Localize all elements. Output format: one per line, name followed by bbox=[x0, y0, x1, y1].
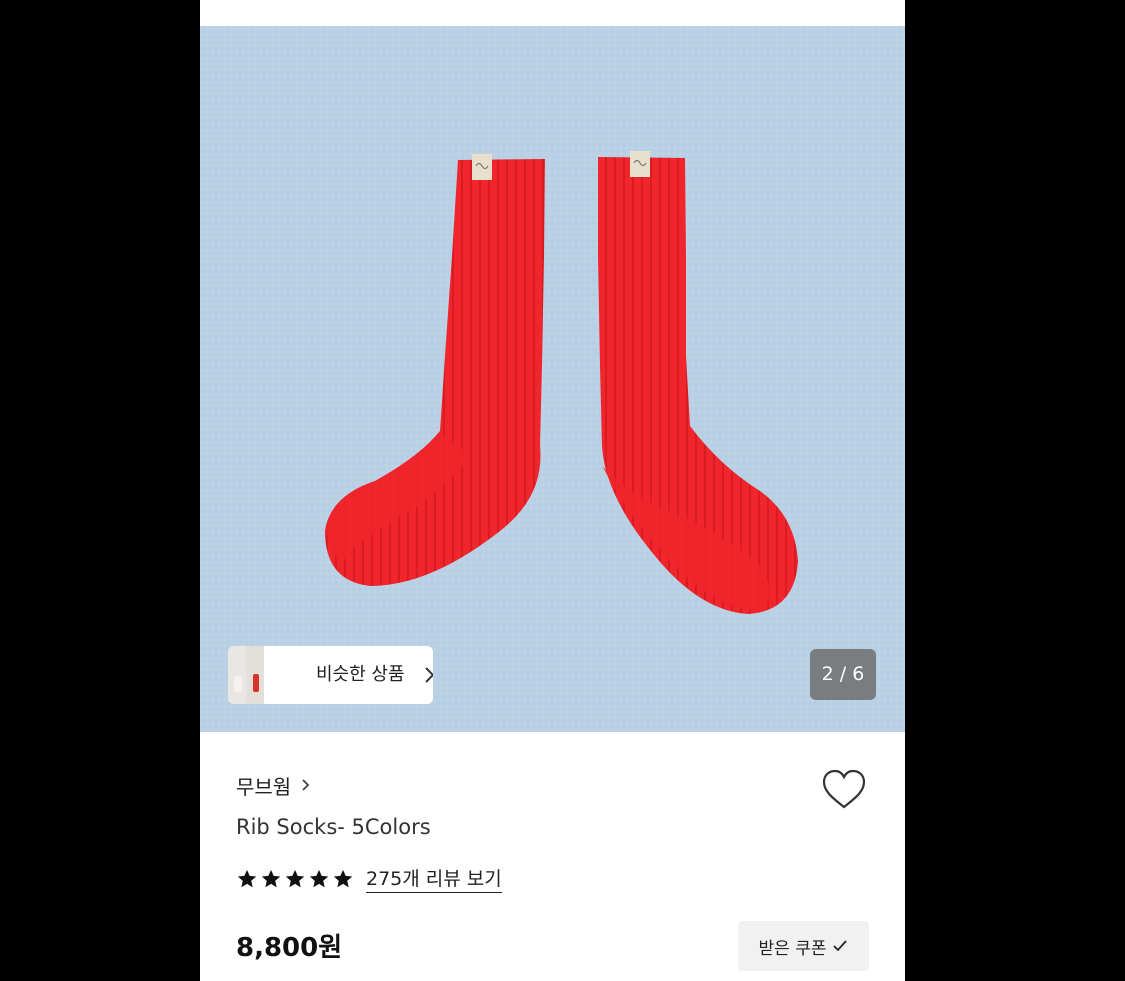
gallery-page-indicator: 2 / 6 bbox=[810, 649, 876, 700]
product-image-gallery[interactable]: 비슷한 상품 2 / 6 bbox=[200, 26, 905, 732]
rating-row: 275개 리뷰 보기 bbox=[236, 864, 502, 894]
star-icon bbox=[261, 869, 281, 888]
heart-outline-icon bbox=[822, 769, 866, 809]
coupon-button[interactable]: 받은 쿠폰 bbox=[738, 921, 869, 971]
product-title: Rib Socks- 5Colors bbox=[236, 815, 431, 839]
chevron-right-icon bbox=[425, 667, 433, 683]
coupon-label: 받은 쿠폰 bbox=[758, 938, 827, 959]
star-icon bbox=[285, 869, 305, 888]
product-info: 무브웜 Rib Socks- 5Colors 275개 리뷰 보기 8,800원 bbox=[200, 732, 905, 981]
similar-products-label: 비슷한 상품 bbox=[316, 664, 405, 685]
star-icon bbox=[237, 869, 257, 888]
brand-name: 무브웜 bbox=[236, 774, 292, 799]
star-icon bbox=[309, 869, 329, 888]
product-photo bbox=[200, 26, 905, 732]
brand-link[interactable]: 무브웜 bbox=[236, 770, 310, 800]
top-bar bbox=[200, 0, 905, 26]
similar-products-button[interactable]: 비슷한 상품 bbox=[228, 646, 433, 704]
chevron-right-icon bbox=[301, 778, 310, 792]
product-price: 8,800원 bbox=[236, 933, 343, 963]
checkmark-icon bbox=[833, 940, 848, 952]
similar-products-thumbnails bbox=[228, 646, 292, 704]
star-icon bbox=[333, 869, 353, 888]
product-detail-screen: 비슷한 상품 2 / 6 무브웜 Rib Socks- 5Colors 275개… bbox=[200, 0, 905, 981]
rating-stars bbox=[236, 868, 354, 890]
like-button[interactable] bbox=[820, 768, 868, 812]
review-link[interactable]: 275개 리뷰 보기 bbox=[366, 866, 502, 893]
